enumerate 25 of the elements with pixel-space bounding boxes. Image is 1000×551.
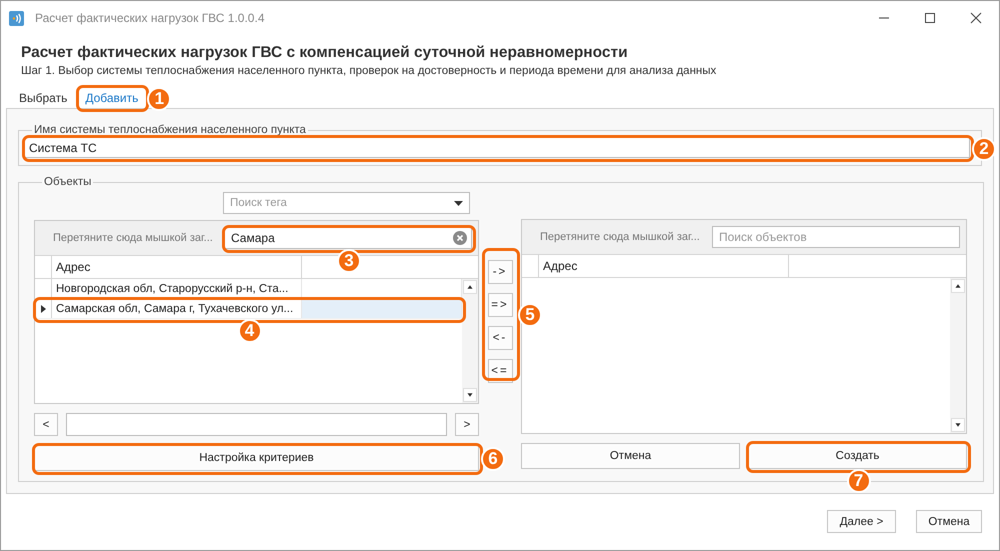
system-name-field[interactable]: Система ТС <box>24 137 970 158</box>
tab[interactable]: Выбрать <box>12 87 74 108</box>
address-cell[interactable]: Новгородская обл, Старорусский р-н, Ста... <box>52 279 302 298</box>
tab[interactable]: Добавить <box>78 87 146 108</box>
next-button[interactable]: > <box>455 413 479 436</box>
page-title: Расчет фактических нагрузок ГВС с компенсацией суточной неравномерности <box>21 44 629 62</box>
next-button[interactable]: Далее > <box>827 510 896 533</box>
column-header[interactable]: Адрес <box>52 256 302 278</box>
group-panel-hint: Перетяните сюда мышкой заг... <box>540 231 700 243</box>
transfer-button[interactable]: => <box>488 293 512 317</box>
group-panel-hint: Перетяните сюда мышкой заг... <box>53 232 213 244</box>
cancel-button[interactable]: Отмена <box>916 510 982 533</box>
step-description: Шаг 1. Выбор системы теплоснабжения населенного пункта, проверок на достоверность и периода времени для анализа данных <box>21 65 718 77</box>
step-number-badge: 1 <box>147 86 172 110</box>
group-label: Объекты <box>43 176 92 188</box>
cancel-button[interactable]: Отмена <box>521 443 740 469</box>
create-button[interactable]: Создать <box>748 443 967 469</box>
transfer-button[interactable]: <- <box>488 326 512 350</box>
search-field[interactable]: Самара <box>224 227 472 249</box>
criteria-settings-button[interactable]: Настройка критериев <box>34 445 479 471</box>
transfer-button[interactable]: -> <box>488 260 512 284</box>
window-title: Расчет фактических нагрузок ГВС 1.0.0.4 <box>35 11 266 25</box>
column-header[interactable]: Адрес <box>539 255 789 277</box>
group-label: Имя системы теплоснабжения населенного пункта <box>33 124 307 136</box>
previous-button[interactable]: < <box>34 413 58 436</box>
